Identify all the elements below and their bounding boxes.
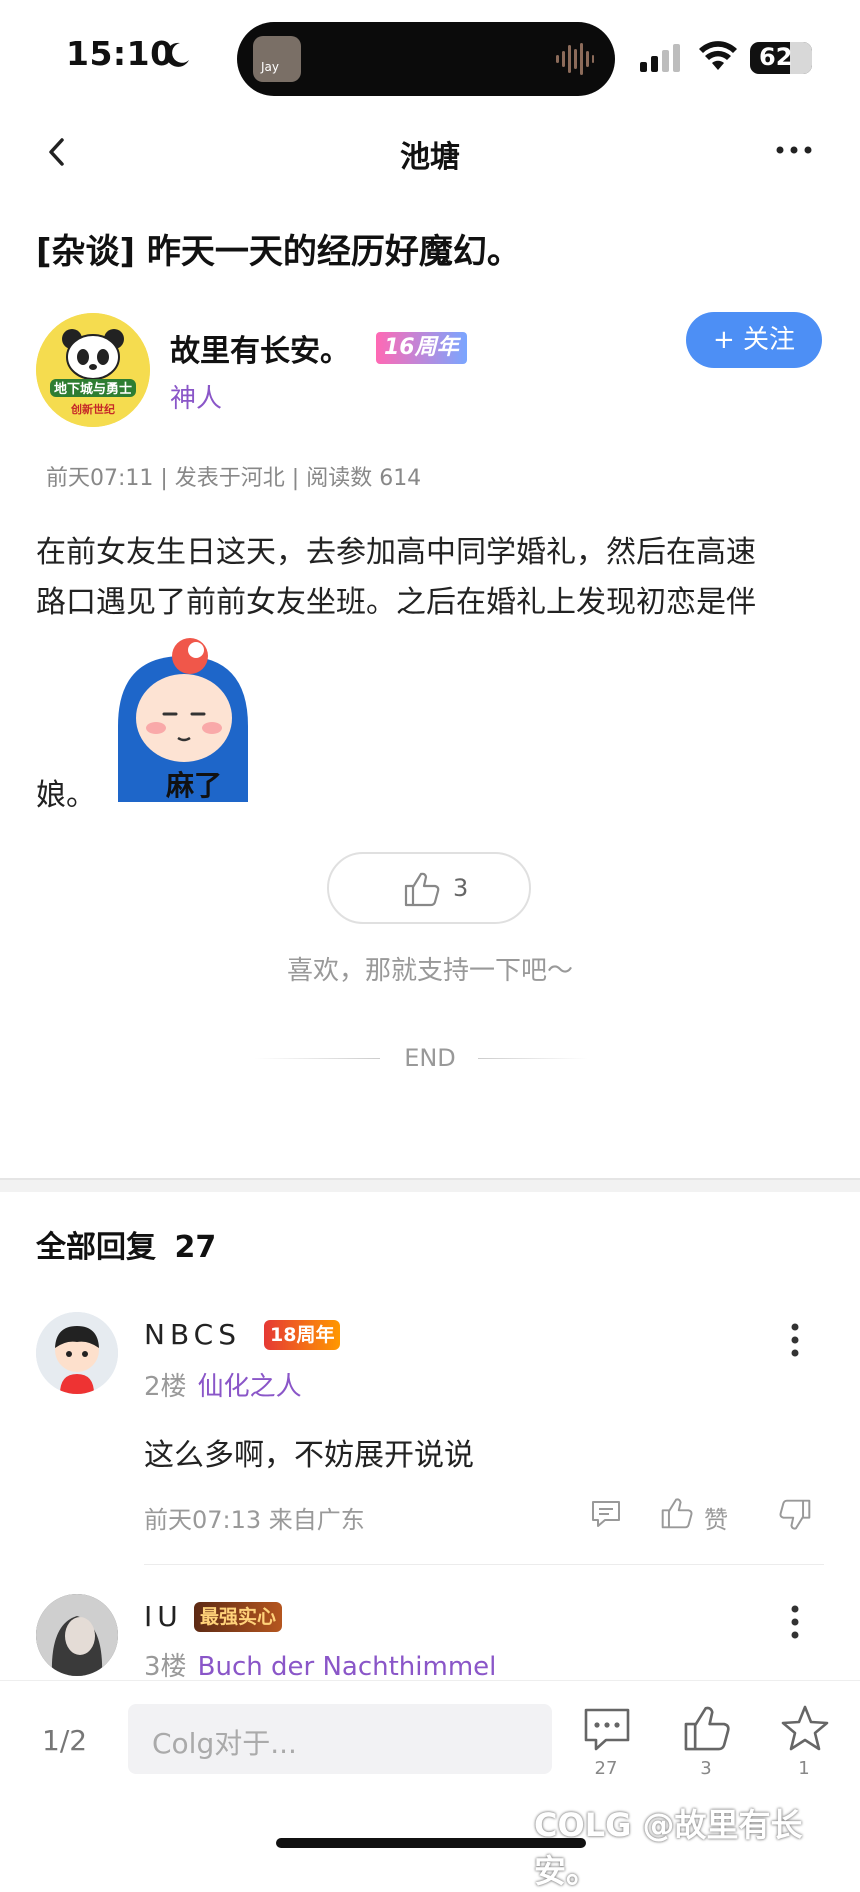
commenter-avatar[interactable] [36, 1312, 118, 1394]
post-body: 在前女友生日这天，去参加高中同学婚礼，然后在高速 路口遇见了前前女友坐班。之后在… [36, 528, 826, 628]
thumbs-up-icon[interactable] [660, 1496, 694, 1530]
comment-divider [144, 1564, 824, 1565]
like-count: 3 [453, 874, 469, 902]
post-body-line: 路口遇见了前前女友坐班。之后在婚礼上发现初恋是伴 [36, 585, 756, 620]
strongest-badge: 最强实心 [194, 1602, 283, 1632]
end-marker: END [404, 1044, 456, 1072]
moon-icon [166, 42, 189, 67]
follow-button[interactable]: + 关注 [686, 312, 822, 368]
favorites-count: 1 [798, 1758, 810, 1779]
home-indicator[interactable] [276, 1838, 586, 1848]
reply-icon[interactable] [590, 1498, 622, 1530]
cartoon-boy-icon [36, 1312, 118, 1394]
commenter-avatar[interactable] [36, 1594, 118, 1676]
replies-count: 27 [174, 1230, 217, 1265]
svg-text:创新世纪: 创新世纪 [70, 402, 115, 416]
comment-input-placeholder: Colg对于... [152, 1727, 297, 1760]
status-time: 15:10 [66, 34, 174, 73]
page-indicator[interactable]: 1/2 [42, 1724, 87, 1757]
floor-number: 2楼 [144, 1372, 187, 1402]
comments-icon[interactable] [582, 1706, 632, 1754]
portrait-photo-icon [36, 1594, 118, 1676]
island-album-art: Jay [253, 36, 301, 82]
comment-floor-line: 3楼 Buch der Nachthimmel [144, 1646, 496, 1683]
star-icon[interactable] [780, 1704, 830, 1752]
commenter-rank: Buch der Nachthimmel [197, 1652, 497, 1682]
audio-wave-icon [556, 43, 594, 75]
author-avatar[interactable]: 地下城与勇士 创新世纪 [36, 313, 150, 427]
support-text: 喜欢，那就支持一下吧～ [286, 956, 573, 986]
replies-heading: 全部回复 27 [36, 1222, 216, 1266]
comment-meta: 前天07:13 来自广东 [144, 1506, 365, 1534]
panda-icon: 地下城与勇士 创新世纪 [36, 313, 150, 427]
thumbs-up-icon [404, 872, 440, 907]
likes-count: 3 [700, 1758, 712, 1779]
floor-number: 3楼 [144, 1652, 187, 1682]
post-title: [杂谈] 昨天一天的经历好魔幻。 [36, 232, 521, 272]
commenter-name[interactable]: IU [144, 1600, 183, 1633]
author-rank: 神人 [170, 384, 223, 414]
like-button[interactable]: 3 [327, 852, 531, 924]
comment-input[interactable]: Colg对于... [128, 1704, 552, 1774]
post-body-end: 娘。 [36, 778, 96, 813]
wifi-icon [699, 41, 737, 70]
anniversary-badge: 16周年 [376, 332, 467, 364]
commenter-name[interactable]: NBCS [144, 1318, 241, 1351]
battery-level: 62 [759, 43, 793, 71]
cellular-signal-icon [640, 44, 680, 72]
comment-more-icon[interactable] [790, 1604, 800, 1640]
sticker-caption: 麻了 [166, 769, 223, 802]
island-album-label: Jay [261, 60, 279, 74]
author-name[interactable]: 故里有长安。 [170, 326, 350, 370]
anniversary-badge: 18周年 [264, 1320, 341, 1350]
more-options-icon[interactable] [774, 143, 814, 157]
nav-title: 池塘 [400, 140, 460, 175]
post-meta: 前天07:11 | 发表于河北 | 阅读数 614 [46, 466, 422, 491]
thumbs-up-icon[interactable] [682, 1704, 732, 1752]
section-divider [0, 1178, 860, 1192]
post-body-line: 在前女友生日这天，去参加高中同学婚礼，然后在高速 [36, 535, 756, 570]
replies-label: 全部回复 [36, 1230, 156, 1265]
comment-more-icon[interactable] [790, 1322, 800, 1358]
comment-text: 这么多啊，不妨展开说说 [144, 1438, 474, 1473]
battery-icon: 62 [750, 42, 812, 74]
thumbs-down-icon[interactable] [778, 1498, 812, 1532]
comments-count: 27 [594, 1758, 618, 1779]
comment-floor-line: 2楼 仙化之人 [144, 1366, 302, 1403]
like-label[interactable]: 赞 [704, 1500, 728, 1535]
commenter-rank: 仙化之人 [197, 1372, 302, 1402]
avatar-logo-text: 地下城与勇士 [54, 381, 132, 397]
